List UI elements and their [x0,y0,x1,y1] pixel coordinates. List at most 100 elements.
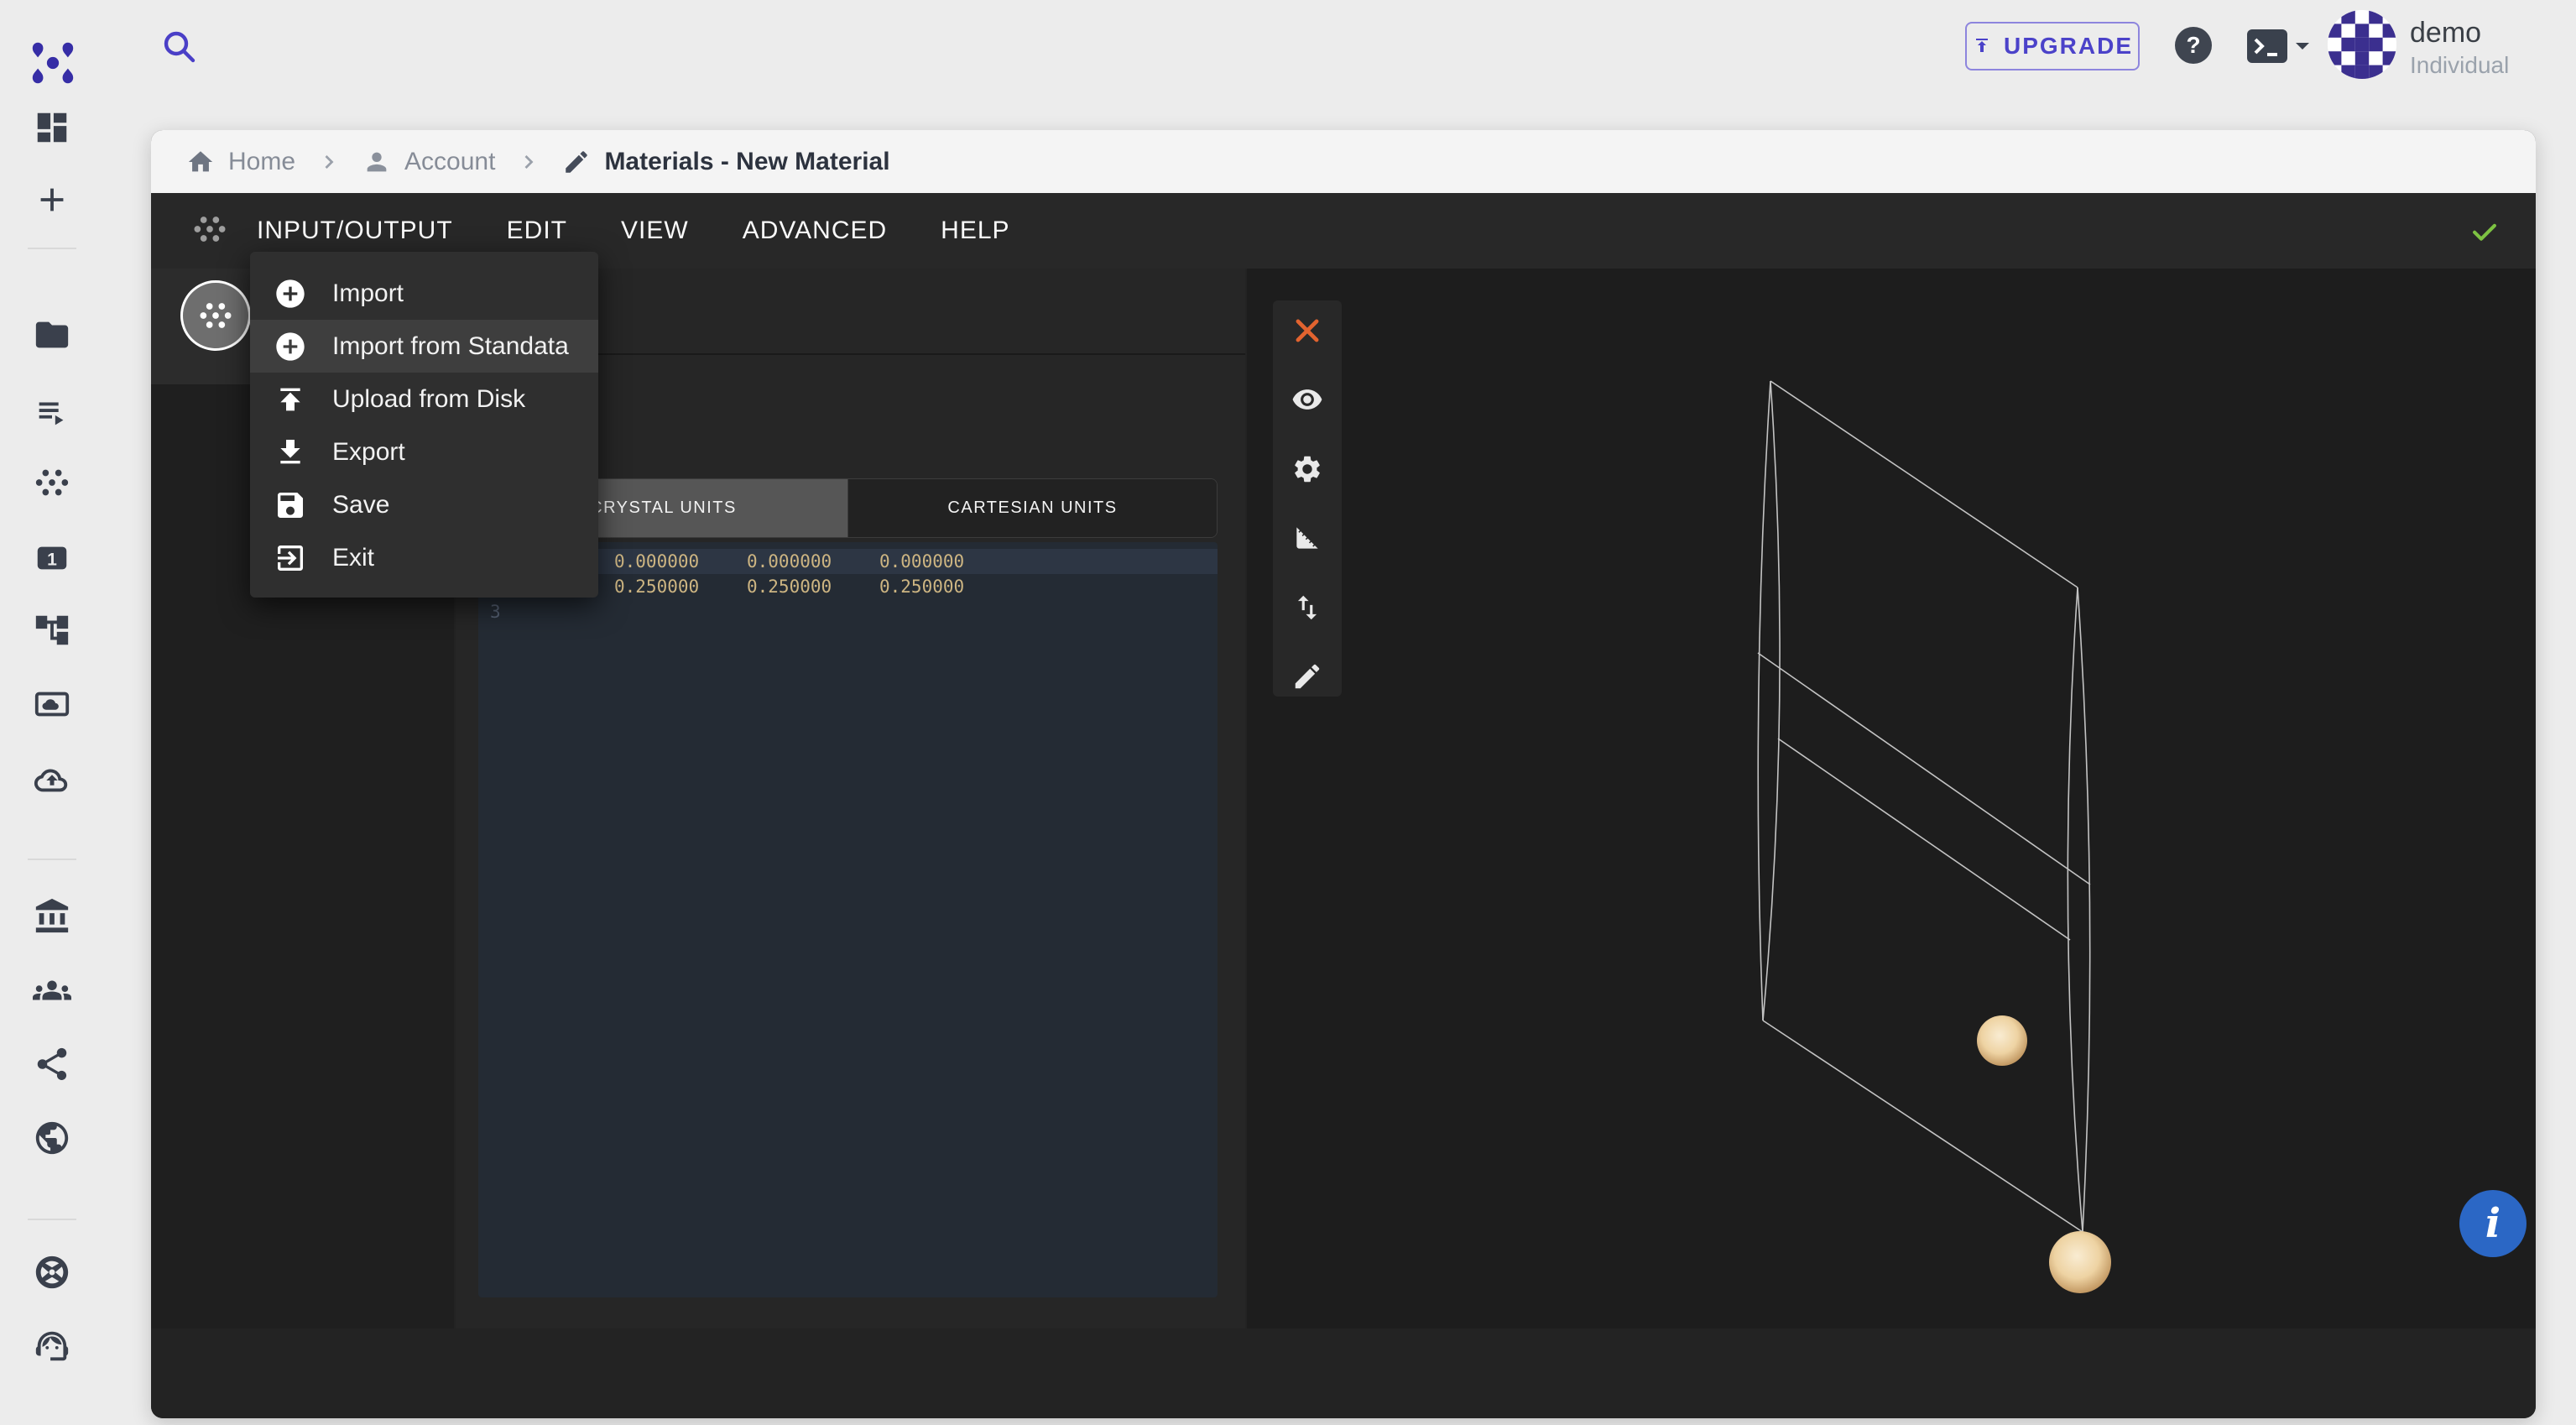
menu-input-output[interactable]: INPUT/OUTPUT [257,217,453,245]
editor-line-3[interactable]: 3 [478,599,1218,624]
import-export-icon [1291,592,1323,624]
eye-icon [1291,384,1323,415]
edit-structure-button[interactable] [1273,651,1342,702]
basis-code-editor[interactable]: 0.000000 0.000000 0.000000 0.250000 0.25… [478,542,1218,1297]
sidebar-item-organization[interactable] [30,895,74,938]
breadcrumb-account[interactable]: Account [362,148,495,176]
atoms-dots-icon [33,463,71,502]
menu-item-label: Import from Standata [332,332,569,361]
tab-cartesian-units[interactable]: CARTESIAN UNITS [847,479,1217,537]
download-icon [274,436,307,469]
app-root: UPGRADE ? demo Individual 1 [0,0,2576,1425]
terminal-icon [2245,28,2316,65]
sidebar-item-projects[interactable] [30,313,74,357]
viewer-settings-button[interactable] [1273,444,1342,494]
menu-help[interactable]: HELP [941,217,1009,245]
folder-icon [33,316,71,354]
menu-item-export[interactable]: Export [250,425,598,478]
breadcrumb-account-label: Account [404,148,495,176]
info-button[interactable]: i [2459,1190,2526,1257]
line-number: 3 [490,602,501,622]
save-icon [274,488,307,522]
sidebar-item-workflows[interactable] [30,608,74,652]
card-footer [151,1328,2536,1418]
sidebar-item-bank[interactable]: 1 [30,536,74,580]
menu-item-label: Import [332,279,404,308]
menu-advanced[interactable]: ADVANCED [743,217,887,245]
add-circle-icon [274,277,307,311]
sidebar-item-teams[interactable] [30,968,74,1012]
menu-item-exit[interactable]: Exit [250,531,598,584]
sidebar-item-explore[interactable] [30,1250,74,1294]
coord-value: 0.000000 [879,551,964,572]
support-agent-icon [33,1327,71,1365]
material-dots-icon [197,297,234,334]
share-icon [33,1045,71,1083]
help-button[interactable]: ? [2175,27,2212,64]
menu-item-label: Export [332,438,405,467]
account-tree-icon [33,611,71,650]
visibility-button[interactable] [1273,374,1342,425]
wheel-icon [33,1253,71,1292]
sidebar-item-dashboard[interactable] [30,106,74,149]
close-icon [1291,315,1323,347]
sidebar-item-public[interactable] [30,1116,74,1160]
console-menu-button[interactable] [2245,28,2316,65]
sidebar-divider [28,859,76,860]
upload-arrow-icon [1972,34,1992,59]
crystal-wireframe [1247,269,2536,1328]
chevron-right-icon [517,150,540,174]
input-output-menu: Import Import from Standata Upload from … [250,252,598,598]
coord-value: 0.000000 [747,551,832,572]
avatar-identicon [2328,10,2396,79]
cloud-upload-icon [33,760,71,799]
breadcrumb-current-label: Materials - New Material [604,148,889,176]
menu-item-label: Save [332,491,389,519]
sidebar-item-create[interactable] [30,178,74,222]
playlist-play-icon [33,393,71,431]
menu-edit[interactable]: EDIT [507,217,567,245]
sidebar-item-gallery[interactable] [30,682,74,726]
menu-item-import-from-standata[interactable]: Import from Standata [250,320,598,373]
material-thumbnail[interactable] [180,280,251,351]
coord-value: 0.000000 [614,551,699,572]
menu-item-upload-from-disk[interactable]: Upload from Disk [250,373,598,425]
atom-sphere [1977,1015,2027,1066]
user-name: demo [2410,17,2481,50]
image-cloud-icon [33,685,71,723]
viewer-3d[interactable]: i [1247,269,2536,1328]
gear-icon [1291,453,1323,485]
menu-view[interactable]: VIEW [621,217,689,245]
sidebar-item-materials[interactable] [30,461,74,504]
globe-icon [33,1119,71,1157]
chevron-right-icon [317,150,341,174]
upgrade-button[interactable]: UPGRADE [1965,22,2140,70]
breadcrumb-current: Materials - New Material [562,148,889,176]
sidebar-item-support[interactable] [30,1324,74,1368]
upload-icon [274,383,307,416]
svg-text:1: 1 [47,551,57,570]
sidebar-item-share[interactable] [30,1042,74,1086]
breadcrumb: Home Account Materials - New Material [151,130,2536,194]
menu-item-label: Upload from Disk [332,385,525,414]
menu-item-import[interactable]: Import [250,267,598,320]
exit-icon [274,541,307,575]
sidebar-item-jobs[interactable] [30,390,74,434]
breadcrumb-home[interactable]: Home [186,148,295,176]
menu-item-save[interactable]: Save [250,478,598,531]
search-icon[interactable] [159,27,200,67]
sidebar-item-cloud-upload[interactable] [30,758,74,801]
measure-button[interactable] [1273,513,1342,563]
saved-check-icon [2469,216,2500,248]
close-viewer-button[interactable] [1273,305,1342,356]
sort-axes-button[interactable] [1273,582,1342,633]
breadcrumb-home-label: Home [228,148,295,176]
edit-pencil-icon [562,148,591,176]
add-circle-icon [274,330,307,363]
avatar[interactable] [2328,10,2396,79]
bank-icon [33,897,71,936]
person-icon [362,148,391,176]
brand-logo[interactable] [25,34,81,92]
coord-value: 0.250000 [747,577,832,597]
atom-sphere [2049,1231,2111,1293]
